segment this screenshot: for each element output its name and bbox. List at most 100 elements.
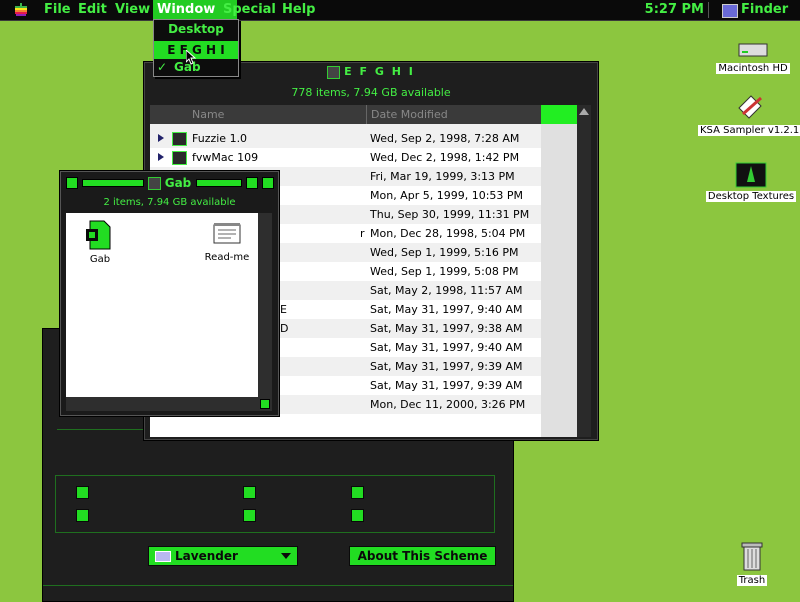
mouse-cursor-icon (186, 50, 197, 65)
color-scheme-value: Lavender (175, 549, 238, 563)
app-icon (735, 162, 767, 188)
table-row[interactable]: fvwMac 109 Wed, Dec 2, 1998, 1:42 PM (150, 148, 577, 167)
sort-column-cell (541, 357, 577, 376)
row-name: Fuzzie 1.0 (192, 132, 248, 145)
desktop-icon-label: Trash (736, 575, 768, 586)
sort-column-indicator[interactable] (541, 105, 577, 124)
color-swatch-icon (155, 551, 171, 562)
group-box-border (55, 475, 56, 533)
sort-column-cell (541, 395, 577, 414)
sort-column-cell (541, 205, 577, 224)
sort-column-cell (541, 186, 577, 205)
chevron-down-icon (281, 553, 291, 559)
desktop-icon-macintosh-hd[interactable]: Macintosh HD (716, 40, 790, 74)
option-checkbox[interactable] (76, 486, 89, 499)
option-checkbox[interactable] (76, 509, 89, 522)
gab-folder-window: Gab 2 items, 7.94 GB available Gab Read-… (59, 170, 280, 417)
document-icon (213, 223, 241, 244)
window-status: 2 items, 7.94 GB available (103, 197, 236, 208)
desktop-icon-label: KSA Sampler v1.2.1 (698, 125, 800, 136)
menu-clock[interactable]: 5:27 PM (645, 0, 704, 20)
color-scheme-popup[interactable]: Lavender (148, 546, 298, 566)
column-header-name[interactable]: Name (192, 108, 224, 121)
row-date: Sat, May 31, 1997, 9:40 AM (370, 341, 523, 354)
disclosure-triangle-icon[interactable] (158, 153, 164, 161)
window-title: E F G H I (344, 65, 415, 78)
vertical-scrollbar[interactable] (577, 105, 591, 437)
sort-column-cell (541, 167, 577, 186)
menu-bar: File Edit View Window Special Help 5:27 … (0, 0, 800, 21)
menu-edit[interactable]: Edit (74, 0, 111, 20)
row-date: Wed, Sep 2, 1998, 7:28 AM (370, 132, 520, 145)
option-checkbox[interactable] (243, 486, 256, 499)
window-title: Gab (164, 176, 192, 190)
folder-icon (86, 220, 111, 250)
panel-divider (43, 585, 513, 586)
menu-file[interactable]: File (40, 0, 75, 20)
group-box-border (55, 475, 495, 476)
option-checkbox[interactable] (351, 486, 364, 499)
group-box-border (55, 532, 495, 533)
row-date: Fri, Mar 19, 1999, 3:13 PM (370, 170, 515, 183)
column-header-date[interactable]: Date Modified (366, 105, 448, 124)
desktop-icon-label: Macintosh HD (716, 63, 790, 74)
menu-special[interactable]: Special (219, 0, 280, 20)
desktop-icon-ksa-sampler[interactable]: KSA Sampler v1.2.1 (698, 92, 800, 136)
sort-column-cell (541, 148, 577, 167)
desktop-icon-label: Desktop Textures (705, 191, 797, 202)
file-icon-label: Gab (89, 254, 111, 265)
row-name: fvwMac 109 (192, 151, 259, 164)
sort-column-cell (541, 262, 577, 281)
sort-column-cell (541, 129, 577, 148)
folder-icon (172, 151, 187, 165)
sort-column-cell (541, 414, 577, 437)
window-title-bar[interactable]: Gab (60, 173, 279, 193)
desktop-icon-desktop-textures[interactable]: Desktop Textures (705, 162, 797, 202)
sort-column-cell (541, 281, 577, 300)
row-date: Mon, Apr 5, 1999, 10:53 PM (370, 189, 524, 202)
scroll-up-arrow-icon[interactable] (579, 108, 589, 115)
sort-column-cell (541, 300, 577, 319)
about-this-scheme-button[interactable]: About This Scheme (349, 546, 496, 566)
file-icon-readme[interactable]: Read-me (202, 221, 252, 263)
row-name: r (360, 227, 365, 240)
row-date: Wed, Sep 1, 1999, 5:16 PM (370, 246, 519, 259)
row-date: Thu, Sep 30, 1999, 11:31 PM (370, 208, 530, 221)
menu-help[interactable]: Help (278, 0, 319, 20)
window-menu-item-desktop[interactable]: Desktop (154, 20, 238, 38)
option-checkbox[interactable] (351, 509, 364, 522)
trash-icon (741, 542, 763, 571)
document-pen-icon (738, 95, 762, 119)
row-date: Sat, May 31, 1997, 9:39 AM (370, 379, 523, 392)
apple-menu-icon[interactable] (14, 3, 28, 17)
row-name: E (280, 303, 287, 316)
menu-view[interactable]: View (111, 0, 154, 20)
table-row[interactable] (150, 414, 577, 437)
table-row[interactable]: Fuzzie 1.0 Wed, Sep 2, 1998, 7:28 AM (150, 129, 577, 148)
row-date: Sat, May 31, 1997, 9:39 AM (370, 360, 523, 373)
row-date: Mon, Dec 11, 2000, 3:26 PM (370, 398, 526, 411)
vertical-scrollbar[interactable] (258, 213, 272, 397)
row-date: Sat, May 2, 1998, 11:57 AM (370, 284, 523, 297)
folder-icon (147, 177, 161, 190)
window-menu-item-label: Desktop (168, 22, 224, 36)
checkmark-icon: ✓ (157, 60, 168, 74)
folder-icon (172, 132, 187, 146)
file-icon-gab[interactable]: Gab (80, 219, 120, 265)
finder-icon[interactable] (722, 4, 738, 18)
application-menu[interactable]: Finder (741, 0, 788, 20)
disclosure-triangle-icon[interactable] (158, 134, 164, 142)
row-date: Wed, Dec 2, 1998, 1:42 PM (370, 151, 520, 164)
option-checkbox[interactable] (243, 509, 256, 522)
resize-grip-icon[interactable] (260, 399, 270, 409)
window-status: 778 items, 7.94 GB available (291, 86, 451, 99)
row-date: Mon, Dec 28, 1998, 5:04 PM (370, 227, 526, 240)
group-box-border (494, 475, 495, 533)
horizontal-scrollbar[interactable] (66, 397, 272, 411)
sort-column-cell (541, 319, 577, 338)
row-date: Wed, Sep 1, 1999, 5:08 PM (370, 265, 519, 278)
hard-disk-icon (738, 43, 768, 57)
folder-icon (327, 65, 341, 79)
menu-divider (708, 2, 709, 18)
desktop-icon-trash[interactable]: Trash (731, 540, 773, 586)
